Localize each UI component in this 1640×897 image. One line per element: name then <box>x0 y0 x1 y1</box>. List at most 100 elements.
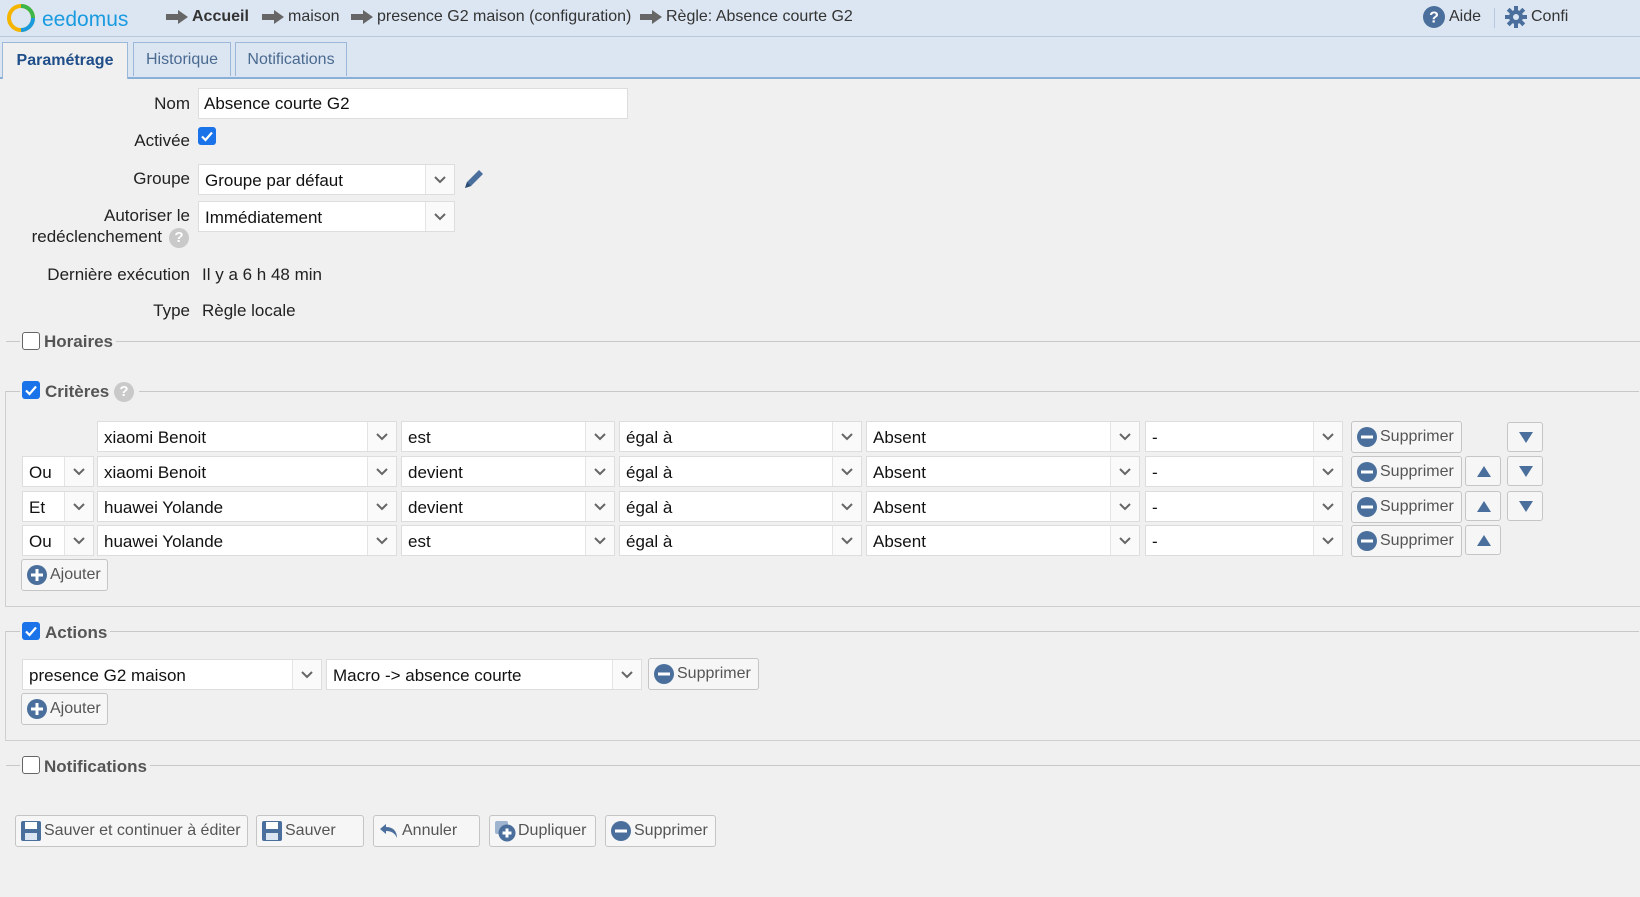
action-macro-select[interactable]: Macro -> absence courte <box>326 659 642 690</box>
button-label: Supprimer <box>1380 532 1454 549</box>
arrow-right-icon <box>166 10 188 24</box>
help-link[interactable]: ? Aide <box>1422 5 1481 29</box>
criteria-delete-button[interactable]: Supprimer <box>1351 421 1462 453</box>
criteria-op-select[interactable]: Ou <box>22 456 94 487</box>
criteria-device-select[interactable]: xiaomi Benoit <box>97 421 397 452</box>
criteria-checkbox[interactable] <box>22 381 40 399</box>
criteria-device-select[interactable]: huawei Yolande <box>97 491 397 522</box>
criteria-extra-select[interactable]: - <box>1145 456 1343 487</box>
button-label: Ajouter <box>50 700 101 717</box>
name-input[interactable] <box>198 88 628 119</box>
tab-notifications[interactable]: Notifications <box>235 42 347 76</box>
actions-add-button[interactable]: Ajouter <box>21 693 108 725</box>
arrow-down-icon <box>1519 501 1533 512</box>
criteria-value-select[interactable]: Absent <box>866 525 1140 556</box>
cancel-button[interactable]: Annuler <box>373 815 480 847</box>
select-value: égal à <box>626 428 673 447</box>
minus-circle-icon <box>1357 427 1377 447</box>
move-down-button[interactable] <box>1507 422 1543 452</box>
action-device-select[interactable]: presence G2 maison <box>22 659 322 690</box>
duplicate-button[interactable]: Dupliquer <box>489 815 596 847</box>
chevron-down-icon <box>832 526 861 555</box>
arrow-up-icon <box>1477 535 1491 546</box>
criteria-delete-button[interactable]: Supprimer <box>1351 491 1462 523</box>
select-value: Immédiatement <box>205 208 323 227</box>
select-value: - <box>1152 463 1158 482</box>
criteria-value-select[interactable]: Absent <box>866 421 1140 452</box>
breadcrumb-label: Règle: Absence courte G2 <box>666 8 853 25</box>
help-label: Aide <box>1449 8 1482 25</box>
button-label: Supprimer <box>1380 428 1454 445</box>
chevron-down-icon <box>585 492 614 521</box>
move-up-button[interactable] <box>1465 525 1501 555</box>
button-label: Ajouter <box>50 566 101 583</box>
move-down-button[interactable] <box>1507 491 1543 521</box>
button-label: Supprimer <box>634 822 708 839</box>
minus-circle-icon <box>1357 462 1377 482</box>
chevron-down-icon <box>585 422 614 451</box>
criteria-extra-select[interactable]: - <box>1145 491 1343 522</box>
type-label: Type <box>153 301 190 320</box>
criteria-comparator-select[interactable]: égal à <box>619 525 862 556</box>
arrow-right-icon <box>640 10 662 24</box>
criteria-device-select[interactable]: xiaomi Benoit <box>97 456 397 487</box>
help-icon[interactable]: ? <box>169 228 189 248</box>
move-down-button[interactable] <box>1507 456 1543 486</box>
fieldset-border <box>6 341 20 342</box>
breadcrumb-maison[interactable]: maison <box>262 8 340 26</box>
help-icon[interactable]: ? <box>114 382 134 402</box>
move-up-button[interactable] <box>1465 456 1501 486</box>
actions-title: Actions <box>45 623 108 642</box>
criteria-comparator-select[interactable]: égal à <box>619 456 862 487</box>
chevron-down-icon <box>64 492 93 521</box>
brand-name: eedomus <box>42 8 129 31</box>
config-link[interactable]: Confi <box>1504 5 1568 29</box>
save-button[interactable]: Sauver <box>256 815 364 847</box>
edit-pencil-icon[interactable] <box>461 166 487 192</box>
action-delete-button[interactable]: Supprimer <box>648 658 759 690</box>
select-value: presence G2 maison <box>29 666 186 685</box>
actions-checkbox[interactable] <box>22 622 40 640</box>
criteria-op-select[interactable]: Et <box>22 491 94 522</box>
retrigger-select[interactable]: Immédiatement <box>198 201 455 232</box>
criteria-add-button[interactable]: Ajouter <box>21 559 108 591</box>
criteria-extra-select[interactable]: - <box>1145 421 1343 452</box>
criteria-value-select[interactable]: Absent <box>866 456 1140 487</box>
criteria-event-select[interactable]: devient <box>401 456 615 487</box>
breadcrumb-device[interactable]: presence G2 maison (configuration) <box>351 8 631 26</box>
breadcrumb-label: maison <box>288 8 340 25</box>
select-value: Macro -> absence courte <box>333 666 522 685</box>
chevron-down-icon <box>1110 492 1139 521</box>
tab-historique[interactable]: Historique <box>133 42 231 76</box>
criteria-extra-select[interactable]: - <box>1145 525 1343 556</box>
criteria-event-select[interactable]: est <box>401 525 615 556</box>
chevron-down-icon <box>1110 422 1139 451</box>
criteria-event-select[interactable]: devient <box>401 491 615 522</box>
select-value: égal à <box>626 532 673 551</box>
criteria-event-select[interactable]: est <box>401 421 615 452</box>
criteria-delete-button[interactable]: Supprimer <box>1351 456 1462 488</box>
breadcrumb-home[interactable]: Accueil <box>166 8 249 26</box>
eedomus-logo[interactable]: eedomus <box>6 3 136 33</box>
move-up-button[interactable] <box>1465 491 1501 521</box>
criteria-op-select[interactable]: Ou <box>22 525 94 556</box>
tab-parametrage[interactable]: Paramétrage <box>2 42 128 79</box>
delete-rule-button[interactable]: Supprimer <box>605 815 716 847</box>
group-select[interactable]: Groupe par défaut <box>198 164 455 195</box>
select-value: est <box>408 532 431 551</box>
criteria-device-select[interactable]: huawei Yolande <box>97 525 397 556</box>
minus-circle-icon <box>654 664 674 684</box>
criteria-comparator-select[interactable]: égal à <box>619 421 862 452</box>
horaires-checkbox[interactable] <box>22 332 40 350</box>
criteria-delete-button[interactable]: Supprimer <box>1351 525 1462 557</box>
criteria-value-select[interactable]: Absent <box>866 491 1140 522</box>
arrow-down-icon <box>1519 432 1533 443</box>
active-checkbox[interactable] <box>198 127 216 145</box>
floppy-disk-icon <box>21 821 41 841</box>
notifications-checkbox[interactable] <box>22 756 40 774</box>
select-value: xiaomi Benoit <box>104 463 207 482</box>
save-continue-button[interactable]: Sauver et continuer à éditer <box>15 815 248 847</box>
minus-circle-icon <box>1357 497 1377 517</box>
retrigger-label: Autoriser le <box>104 206 190 225</box>
criteria-comparator-select[interactable]: égal à <box>619 491 862 522</box>
